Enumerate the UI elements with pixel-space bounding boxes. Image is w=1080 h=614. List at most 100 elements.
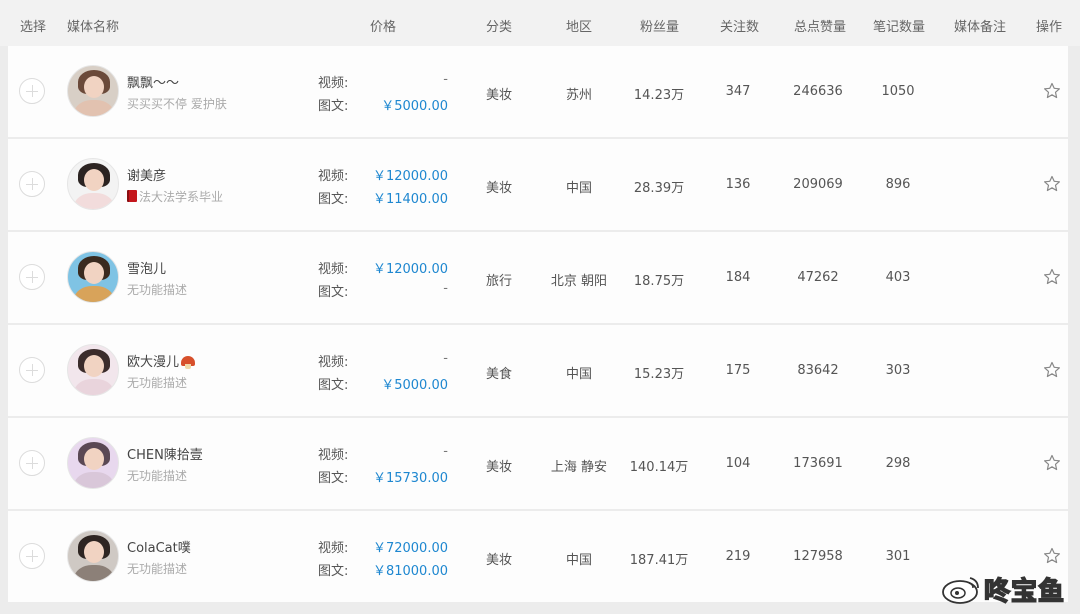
cell-likes: 173691 xyxy=(793,456,843,471)
plus-circle-icon[interactable] xyxy=(19,357,45,383)
header-region: 地区 xyxy=(566,20,593,35)
media-description-text: 无功能描述 xyxy=(127,469,188,483)
cell-category: 美妆 xyxy=(485,181,513,196)
price-value-image-text: ￥81000.00 xyxy=(372,564,448,579)
price-label-image-text: 图文: xyxy=(318,99,349,114)
media-name-text: 谢美彦 xyxy=(127,169,167,184)
header-price: 价格 xyxy=(370,20,397,35)
plus-circle-icon[interactable] xyxy=(19,171,45,197)
avatar[interactable] xyxy=(67,530,119,582)
cell-region: 上海 静安 xyxy=(550,460,608,475)
price-label-video: 视频: xyxy=(318,448,349,463)
cell-category: 旅行 xyxy=(485,274,513,289)
media-description: 买买买不停 爱护肤 xyxy=(127,95,227,112)
media-name-link[interactable]: 雪泡儿 xyxy=(127,258,166,277)
avatar[interactable] xyxy=(67,437,119,489)
price-value-video: - xyxy=(443,72,448,87)
media-description: 无功能描述 xyxy=(127,281,187,298)
media-name-text: 飘飘～～ xyxy=(127,76,180,91)
media-name-link[interactable]: ColaCat噗 xyxy=(127,537,191,556)
header-action: 操作 xyxy=(1036,20,1063,35)
header-category: 分类 xyxy=(486,20,513,35)
star-outline-icon[interactable] xyxy=(1043,82,1061,100)
cell-following: 347 xyxy=(725,84,751,99)
avatar-body xyxy=(74,193,114,209)
cell-fans: 28.39万 xyxy=(633,181,685,196)
cell-notes: 403 xyxy=(885,270,911,285)
header-media-name: 媒体名称 xyxy=(67,20,120,35)
cell-following: 219 xyxy=(725,549,751,564)
media-name-link[interactable]: 飘飘～～ xyxy=(127,72,179,91)
cell-region: 北京 朝阳 xyxy=(550,274,608,289)
watermark-text: 咚宝鱼 xyxy=(983,576,1066,608)
cell-region: 中国 xyxy=(565,367,593,382)
cell-likes: 209069 xyxy=(793,177,843,192)
avatar-body xyxy=(74,472,114,488)
plus-circle-icon[interactable] xyxy=(19,264,45,290)
cell-notes: 301 xyxy=(885,549,911,564)
cell-following: 184 xyxy=(725,270,751,285)
media-name-link[interactable]: 欧大漫儿 xyxy=(127,351,196,370)
star-outline-icon[interactable] xyxy=(1043,547,1061,565)
cell-fans: 187.41万 xyxy=(629,553,689,568)
price-value-video: - xyxy=(443,444,448,459)
media-description-text: 无功能描述 xyxy=(127,283,188,297)
media-description: 无功能描述 xyxy=(127,467,187,484)
price-value-image-text: ￥5000.00 xyxy=(381,99,448,114)
row-divider xyxy=(0,602,1080,604)
media-description: 法大法学系毕业 xyxy=(127,188,223,205)
price-value-video: - xyxy=(443,351,448,366)
price-label-image-text: 图文: xyxy=(318,471,349,486)
header-select: 选择 xyxy=(20,20,47,35)
plus-circle-icon[interactable] xyxy=(19,78,45,104)
price-label-image-text: 图文: xyxy=(318,378,349,393)
header-remark: 媒体备注 xyxy=(954,20,1007,35)
plus-circle-icon[interactable] xyxy=(19,543,45,569)
avatar-face xyxy=(84,541,104,563)
avatar-body xyxy=(74,286,114,302)
media-description-text: 买买买不停 爱护肤 xyxy=(127,97,227,111)
media-description-text: 无功能描述 xyxy=(127,376,188,390)
star-outline-icon[interactable] xyxy=(1043,268,1061,286)
media-name-link[interactable]: CHEN陳拾壹 xyxy=(127,444,203,463)
avatar-face xyxy=(84,169,104,191)
media-description-text: 法大法学系毕业 xyxy=(139,190,224,204)
cell-category: 美妆 xyxy=(485,553,513,568)
media-description-text: 无功能描述 xyxy=(127,562,188,576)
price-label-image-text: 图文: xyxy=(318,192,349,207)
price-value-image-text: ￥15730.00 xyxy=(372,471,448,486)
cell-region: 中国 xyxy=(565,181,593,196)
price-label-video: 视频: xyxy=(318,169,349,184)
cell-fans: 14.23万 xyxy=(633,88,685,103)
cell-likes: 127958 xyxy=(793,549,843,564)
avatar[interactable] xyxy=(67,251,119,303)
avatar[interactable] xyxy=(67,344,119,396)
media-name-text: CHEN陳拾壹 xyxy=(127,448,203,463)
price-label-video: 视频: xyxy=(318,262,349,277)
star-outline-icon[interactable] xyxy=(1043,454,1061,472)
avatar-face xyxy=(84,448,104,470)
star-outline-icon[interactable] xyxy=(1043,361,1061,379)
media-name-link[interactable]: 谢美彦 xyxy=(127,165,166,184)
cell-notes: 303 xyxy=(885,363,911,378)
header-following: 关注数 xyxy=(720,20,760,35)
avatar-body xyxy=(74,100,114,116)
avatar[interactable] xyxy=(67,158,119,210)
mushroom-emoji-icon xyxy=(181,356,196,369)
price-value-video: ￥72000.00 xyxy=(372,541,448,556)
avatar[interactable] xyxy=(67,65,119,117)
cell-category: 美妆 xyxy=(485,88,513,103)
cell-notes: 298 xyxy=(885,456,911,471)
header-likes: 总点赞量 xyxy=(794,20,847,35)
star-outline-icon[interactable] xyxy=(1043,175,1061,193)
price-label-image-text: 图文: xyxy=(318,285,349,300)
cell-region: 中国 xyxy=(565,553,593,568)
cell-category: 美食 xyxy=(485,367,513,382)
price-value-video: ￥12000.00 xyxy=(372,262,448,277)
price-value-video: ￥12000.00 xyxy=(372,169,448,184)
price-value-image-text: ￥11400.00 xyxy=(372,192,448,207)
red-book-emoji-icon xyxy=(127,190,137,202)
plus-circle-icon[interactable] xyxy=(19,450,45,476)
cell-category: 美妆 xyxy=(485,460,513,475)
cell-following: 175 xyxy=(725,363,751,378)
